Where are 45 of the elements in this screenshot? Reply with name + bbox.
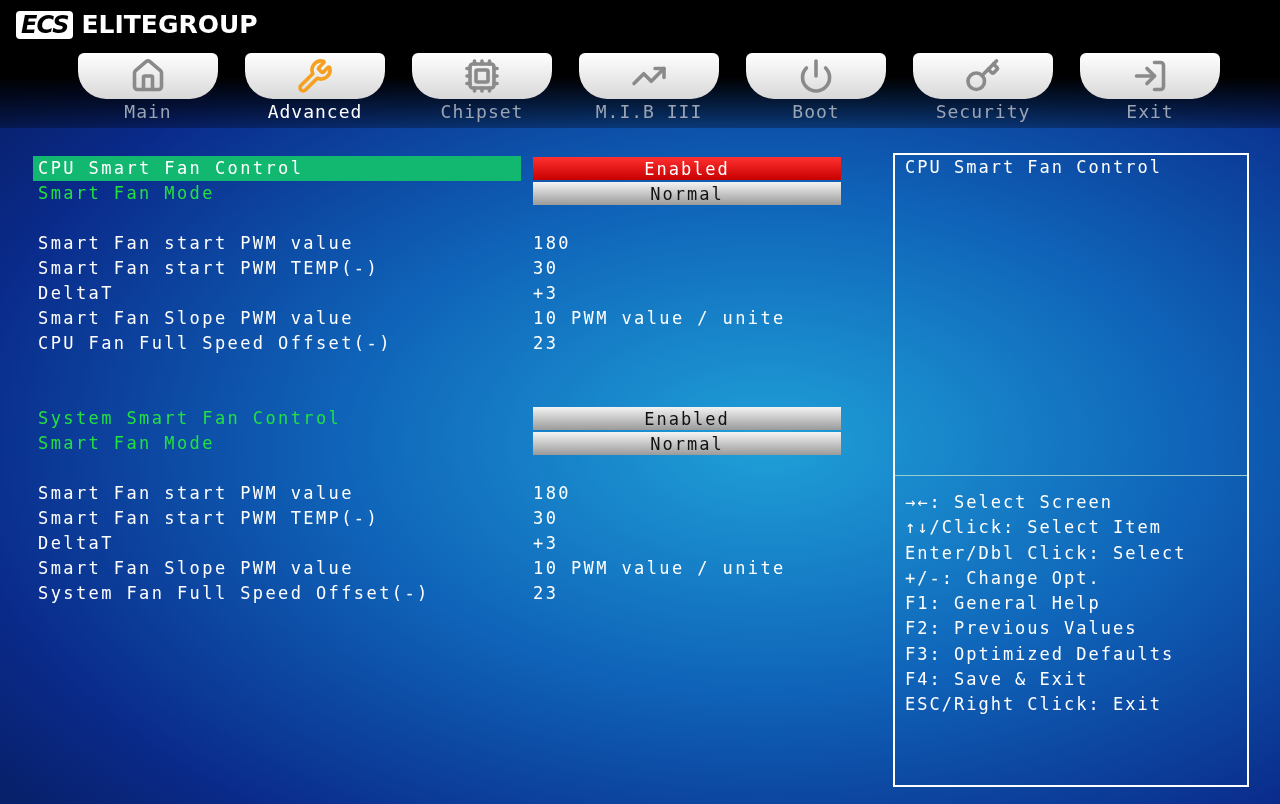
option-value-button[interactable]: Normal [533, 432, 841, 455]
setting-label: Smart Fan Slope PWM value [37, 307, 355, 330]
setting-value: 23 [533, 332, 559, 355]
exit-door-icon [1132, 58, 1168, 94]
setting-value: +3 [533, 282, 559, 305]
key-hint: ESC/Right Click: Exit [904, 693, 1163, 717]
chip-icon [464, 58, 500, 94]
key-hint: Enter/Dbl Click: Select [904, 541, 1188, 565]
setting-label: DeltaT [37, 532, 115, 555]
setting-label: CPU Fan Full Speed Offset(-) [37, 332, 393, 355]
setting-label: Smart Fan Slope PWM value [37, 557, 355, 580]
setting-label: Smart Fan start PWM value [37, 482, 355, 505]
key-hint: ↑↓/Click: Select Item [904, 516, 1163, 540]
setting-value: 180 [533, 482, 571, 505]
setting-label: Smart Fan start PWM TEMP(-) [37, 507, 381, 530]
wrench-icon [297, 58, 333, 94]
setting-value: +3 [533, 532, 559, 555]
brand-name: ELITEGROUP [81, 10, 258, 39]
brand-logo: ECS [16, 10, 74, 39]
setting-label[interactable]: Smart Fan Mode [33, 181, 521, 206]
key-hint: +/-: Change Opt. [904, 566, 1102, 590]
setting-value: 23 [533, 582, 559, 605]
option-value-button[interactable]: Enabled [533, 407, 841, 430]
setting-label: DeltaT [37, 282, 115, 305]
setting-value: 30 [533, 507, 559, 530]
setting-value: 30 [533, 257, 559, 280]
house-icon [130, 58, 166, 94]
setting-label: System Fan Full Speed Offset(-) [37, 582, 431, 605]
key-hint: →←: Select Screen [904, 491, 1114, 514]
option-value-button[interactable]: Enabled [533, 157, 841, 180]
setting-value: 180 [533, 232, 571, 255]
setting-value: 10 PWM value / unite [533, 307, 786, 330]
setting-label[interactable]: Smart Fan Mode [33, 431, 521, 456]
setting-value: 10 PWM value / unite [533, 557, 786, 580]
power-icon [798, 58, 834, 94]
setting-label: Smart Fan start PWM TEMP(-) [37, 257, 381, 280]
option-value-button[interactable]: Normal [533, 182, 841, 205]
key-hint: F3: Optimized Defaults [904, 642, 1176, 666]
key-hint: F1: General Help [904, 592, 1102, 616]
setting-label[interactable]: System Smart Fan Control [33, 406, 521, 431]
help-title: CPU Smart Fan Control [904, 156, 1163, 179]
key-hint: F2: Previous Values [904, 617, 1139, 641]
key-icon [965, 58, 1001, 94]
key-hint: F4: Save & Exit [904, 668, 1090, 692]
setting-label: Smart Fan start PWM value [37, 232, 355, 255]
